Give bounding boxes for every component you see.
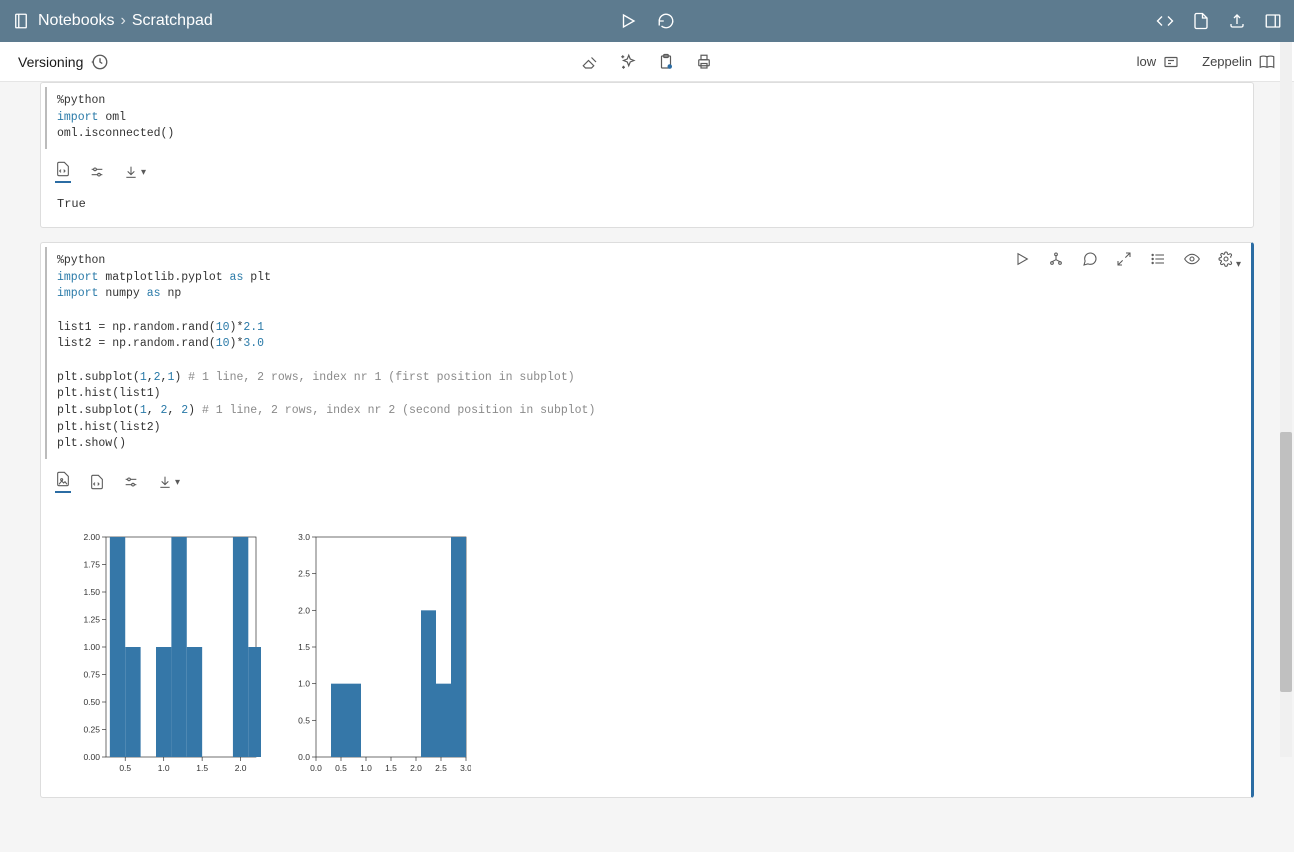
svg-text:1.5: 1.5 (298, 642, 310, 652)
cell-actions: ▾ (1014, 251, 1241, 270)
download-icon[interactable]: ▾ (157, 474, 180, 490)
erase-icon[interactable] (581, 53, 599, 71)
comment-icon[interactable] (1082, 251, 1098, 270)
expand-icon[interactable] (1116, 251, 1132, 270)
svg-text:2.0: 2.0 (410, 763, 422, 773)
list-icon[interactable] (1150, 251, 1166, 270)
priority-label[interactable]: low (1137, 54, 1157, 69)
cell-output-toolbar: ▾ (41, 463, 1251, 497)
svg-text:2.0: 2.0 (235, 763, 247, 773)
svg-text:0.00: 0.00 (83, 752, 100, 762)
gear-icon[interactable]: ▾ (1218, 251, 1241, 270)
print-icon[interactable] (695, 53, 713, 71)
histogram-1: 0.00 0.25 0.50 0.75 1.00 1.25 1.50 1.75 2.00 0.5 1… (71, 527, 261, 777)
topbar: Notebooks › Scratchpad (0, 0, 1294, 42)
magic-icon[interactable] (619, 53, 637, 71)
svg-text:1.5: 1.5 (385, 763, 397, 773)
svg-text:0.0: 0.0 (310, 763, 322, 773)
cell-output: True (41, 187, 1253, 227)
svg-text:0.75: 0.75 (83, 670, 100, 680)
output-code-tab[interactable] (55, 161, 71, 183)
versioning-label[interactable]: Versioning (18, 54, 83, 70)
histogram-2: 0.0 0.5 1.0 1.5 2.0 2.5 3.0 0.0 0.5 1.0 1.5 2.0 2.5 3… (281, 527, 471, 777)
scrollbar[interactable] (1280, 42, 1292, 757)
code-editor[interactable]: %python import oml oml.isconnected() (45, 87, 1249, 149)
chevron-down-icon: ▾ (141, 167, 146, 178)
svg-text:2.0: 2.0 (298, 605, 310, 615)
book-icon[interactable] (1258, 53, 1276, 71)
svg-text:2.5: 2.5 (435, 763, 447, 773)
history-icon[interactable] (91, 53, 109, 71)
breadcrumb-current: Scratchpad (132, 12, 213, 30)
subbar: Versioning low Zeppelin (0, 42, 1294, 82)
visibility-icon[interactable] (1184, 251, 1200, 270)
svg-text:1.00: 1.00 (83, 642, 100, 652)
svg-text:1.75: 1.75 (83, 560, 100, 570)
breadcrumb-separator: › (121, 12, 126, 30)
chevron-down-icon: ▾ (1236, 259, 1241, 270)
panel-icon[interactable] (1264, 12, 1282, 30)
notebook-cell: %python import oml oml.isconnected() ▾ T… (40, 82, 1254, 228)
output-code-tab[interactable] (89, 474, 105, 490)
breadcrumb-root[interactable]: Notebooks (38, 12, 115, 30)
output-image-tab[interactable] (55, 471, 71, 493)
settings-icon[interactable] (123, 474, 139, 490)
svg-text:0.25: 0.25 (83, 725, 100, 735)
svg-text:3.0: 3.0 (298, 532, 310, 542)
breadcrumb: Notebooks › Scratchpad (38, 12, 213, 30)
zeppelin-label[interactable]: Zeppelin (1202, 54, 1252, 69)
svg-text:2.00: 2.00 (83, 532, 100, 542)
svg-text:0.5: 0.5 (298, 715, 310, 725)
cell-output-toolbar: ▾ (41, 153, 1253, 187)
priority-icon[interactable] (1162, 53, 1180, 71)
svg-text:0.5: 0.5 (119, 763, 131, 773)
clipboard-icon[interactable] (657, 53, 675, 71)
svg-text:1.0: 1.0 (360, 763, 372, 773)
svg-text:0.5: 0.5 (335, 763, 347, 773)
notebook-icon (12, 12, 30, 30)
svg-text:0.0: 0.0 (298, 752, 310, 762)
code-icon[interactable] (1156, 12, 1174, 30)
run-cell-icon[interactable] (1014, 251, 1030, 270)
chevron-down-icon: ▾ (175, 477, 180, 488)
svg-text:1.5: 1.5 (196, 763, 208, 773)
svg-text:1.0: 1.0 (158, 763, 170, 773)
settings-icon[interactable] (89, 164, 105, 180)
notebook-cell: ▾ %python import matplotlib.pyplot as pl… (40, 242, 1254, 798)
svg-text:0.50: 0.50 (83, 697, 100, 707)
code-editor[interactable]: %python import matplotlib.pyplot as plt … (45, 247, 1247, 459)
document-icon[interactable] (1192, 12, 1210, 30)
svg-text:1.50: 1.50 (83, 587, 100, 597)
download-icon[interactable]: ▾ (123, 164, 146, 180)
hierarchy-icon[interactable] (1048, 251, 1064, 270)
run-all-icon[interactable] (619, 12, 637, 30)
refresh-icon[interactable] (657, 12, 675, 30)
svg-text:2.5: 2.5 (298, 569, 310, 579)
svg-text:3.0: 3.0 (460, 763, 471, 773)
chart-output: 0.00 0.25 0.50 0.75 1.00 1.25 1.50 1.75 2.00 0.5 1… (41, 497, 1251, 787)
svg-text:1.25: 1.25 (83, 615, 100, 625)
svg-text:1.0: 1.0 (298, 679, 310, 689)
export-icon[interactable] (1228, 12, 1246, 30)
